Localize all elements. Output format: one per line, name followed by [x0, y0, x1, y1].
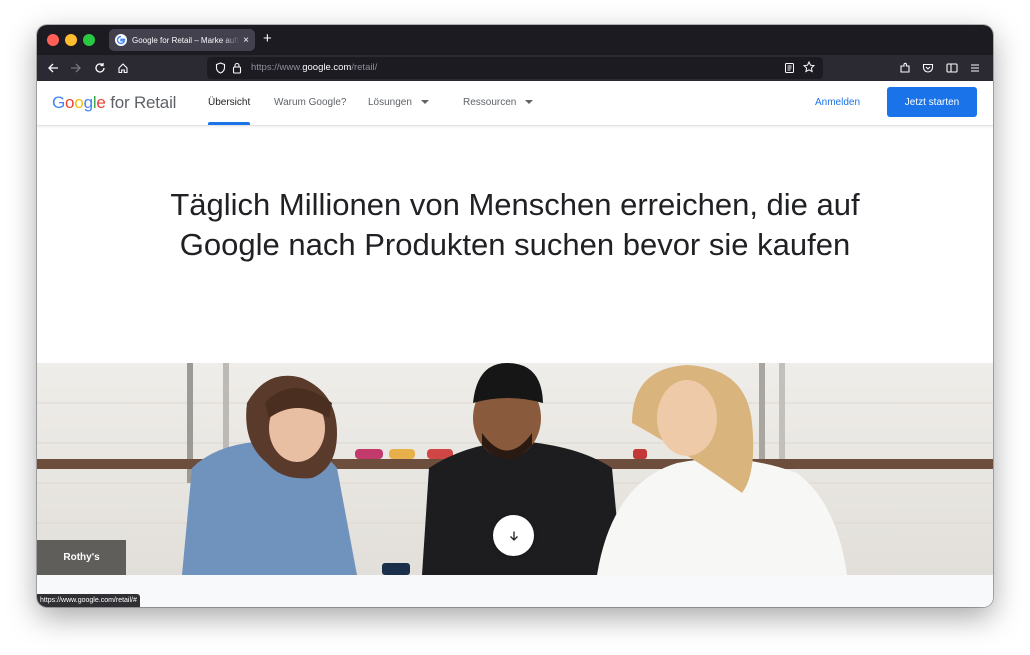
maximize-window-button[interactable] — [83, 34, 95, 46]
minimize-window-button[interactable] — [65, 34, 77, 46]
pocket-icon[interactable] — [920, 60, 936, 76]
hero-photo: Rothy's — [37, 363, 993, 575]
sidebar-icon[interactable] — [944, 60, 960, 76]
forward-arrow-icon[interactable] — [68, 60, 84, 76]
chevron-down-icon — [525, 100, 534, 105]
new-tab-button[interactable]: + — [263, 31, 272, 47]
signin-link[interactable]: Anmelden — [815, 97, 860, 108]
extensions-icon[interactable] — [897, 60, 913, 76]
tracking-protection-shield-icon[interactable] — [215, 62, 226, 74]
home-icon[interactable] — [115, 60, 131, 76]
nav-item-warum-google[interactable]: Warum Google? — [274, 97, 346, 108]
photo-caption: Rothy's — [37, 540, 126, 575]
nav-item-loesungen[interactable]: Lösungen — [368, 97, 429, 108]
google-for-retail-logo[interactable]: Google for Retail — [52, 93, 176, 113]
tab-title: Google for Retail – Marke aufbauen — [132, 35, 240, 45]
browser-tab[interactable]: Google for Retail – Marke aufbauen × — [109, 29, 255, 51]
lock-icon[interactable] — [232, 62, 242, 74]
nav-item-ressourcen[interactable]: Ressourcen — [463, 97, 534, 108]
site-header: Google for Retail Übersicht Warum Google… — [37, 81, 993, 126]
active-nav-indicator — [208, 122, 250, 125]
web-page: Google for Retail Übersicht Warum Google… — [37, 81, 993, 607]
url-text[interactable]: https://www.google.com/retail/ — [251, 62, 377, 73]
reload-icon[interactable] — [92, 60, 108, 76]
link-status-tooltip: https://www.google.com/retail/# — [37, 594, 140, 607]
scroll-down-button[interactable] — [493, 515, 534, 556]
arrow-down-icon — [509, 531, 518, 541]
reader-view-icon[interactable] — [784, 62, 795, 74]
nav-item-uebersicht[interactable]: Übersicht — [208, 97, 250, 108]
chevron-down-icon — [420, 100, 429, 105]
tab-strip: Google for Retail – Marke aufbauen × + — [37, 25, 993, 55]
hero-headline: Täglich Millionen von Menschen erreichen… — [170, 187, 860, 262]
get-started-button[interactable]: Jetzt starten — [887, 87, 977, 117]
address-bar[interactable]: https://www.google.com/retail/ — [207, 57, 823, 79]
nav-toolbar: https://www.google.com/retail/ — [37, 55, 993, 81]
close-window-button[interactable] — [47, 34, 59, 46]
browser-window: Google for Retail – Marke aufbauen × + h… — [37, 25, 993, 607]
menu-hamburger-icon[interactable] — [967, 60, 983, 76]
bookmark-star-icon[interactable] — [803, 61, 815, 73]
back-arrow-icon[interactable] — [45, 60, 61, 76]
google-favicon-icon — [115, 34, 127, 46]
tab-close-icon[interactable]: × — [243, 35, 249, 46]
content-section — [37, 575, 993, 607]
